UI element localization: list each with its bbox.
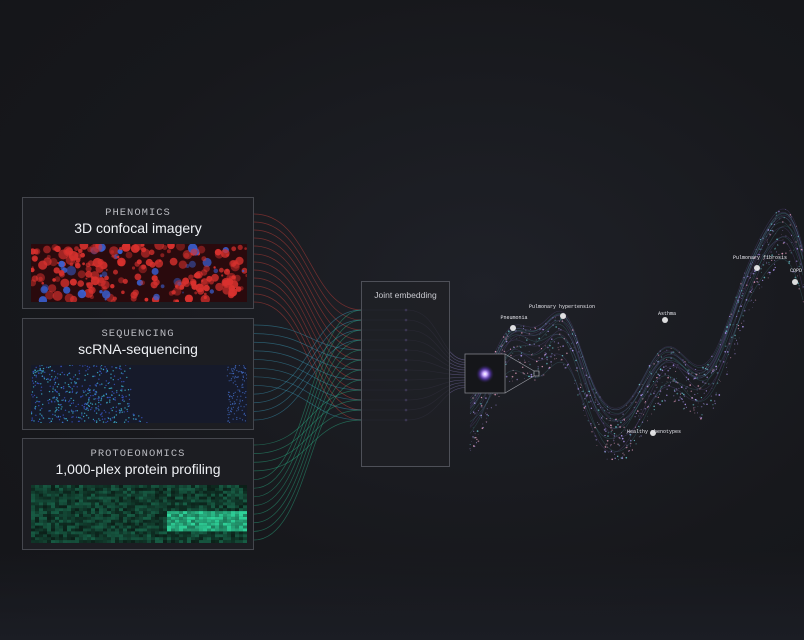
- zoom-overlay: [464, 353, 540, 394]
- zoom-line-bottom: [504, 375, 535, 394]
- peak-label-pulmonary-hypertension: Pulmonary hypertension: [528, 304, 596, 310]
- embedding-point-glow: [476, 365, 494, 383]
- peak-label-pulmonary-fibrosis: Pulmonary fibrosis: [732, 255, 788, 261]
- peak-label-copd: COPD: [789, 268, 803, 274]
- peak-label-asthma: Asthma: [657, 311, 677, 317]
- valley-label-healthy: Healthy phenotypes: [626, 429, 682, 435]
- zoom-target-box: [533, 370, 540, 377]
- peak-label-pneumonia: Pneumonia: [500, 315, 528, 321]
- zoom-line-top: [504, 353, 535, 372]
